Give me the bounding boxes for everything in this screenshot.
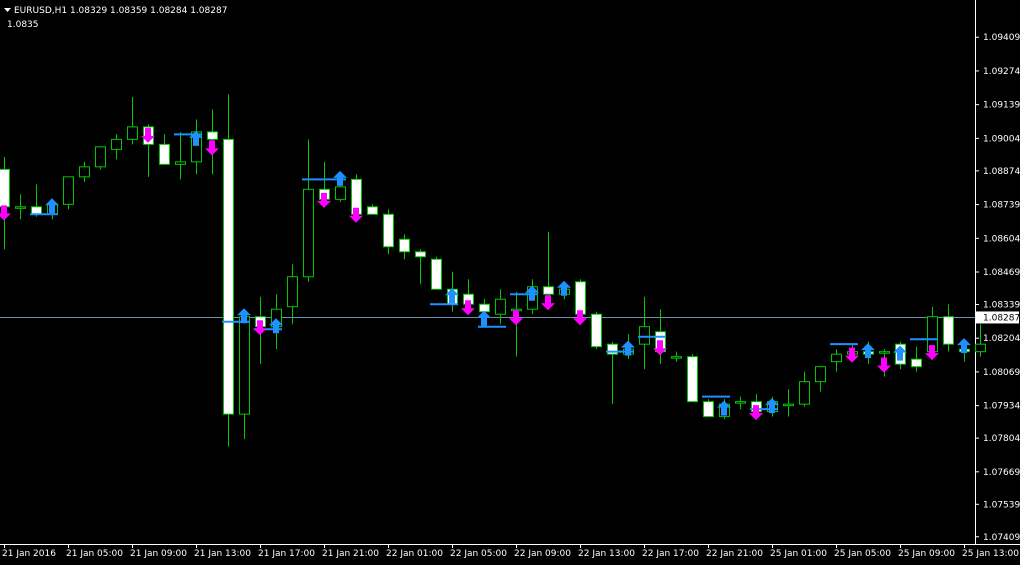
bull-candle-body bbox=[79, 166, 90, 178]
bear-candle-body bbox=[399, 238, 410, 253]
bull-candle-body bbox=[15, 206, 26, 209]
price-tick-label: 1.09274 bbox=[983, 67, 1020, 77]
bull-candle-body bbox=[239, 316, 250, 415]
bull-candle-body bbox=[735, 401, 746, 404]
bear-candle-body bbox=[223, 138, 234, 415]
bear-candle-body bbox=[431, 258, 442, 290]
bull-candle-body bbox=[975, 343, 986, 353]
bear-candle-body bbox=[943, 316, 954, 345]
time-tick-label: 22 Jan 13:00 bbox=[578, 549, 635, 559]
price-tick-label: 1.09004 bbox=[983, 134, 1020, 144]
bull-candle-body bbox=[287, 276, 298, 308]
bear-candle-body bbox=[31, 206, 42, 215]
price-chart[interactable]: 1.09409 1.09274 1.09139 1.09004 1.08874 1.087… bbox=[0, 0, 1020, 565]
chart-background bbox=[0, 0, 1020, 565]
time-tick-label: 22 Jan 17:00 bbox=[642, 549, 699, 559]
bull-candle-body bbox=[335, 186, 346, 200]
price-tick-label: 1.08739 bbox=[983, 201, 1020, 211]
price-tick-label: 1.07934 bbox=[983, 402, 1020, 412]
bear-candle-body bbox=[367, 206, 378, 215]
bull-candle-body bbox=[799, 381, 810, 405]
price-tick-label: 1.07409 bbox=[983, 533, 1020, 543]
bull-candle-body bbox=[95, 146, 106, 168]
price-tick-label: 1.08874 bbox=[983, 167, 1020, 177]
time-tick-label: 25 Jan 01:00 bbox=[770, 549, 827, 559]
candle bbox=[63, 176, 74, 210]
candle bbox=[431, 256, 442, 290]
bear-candle-body bbox=[687, 356, 698, 403]
bear-candle-body bbox=[911, 358, 922, 368]
price-tick-label: 1.08204 bbox=[983, 334, 1020, 344]
price-tick-label: 1.08469 bbox=[983, 268, 1020, 278]
bull-candle-body bbox=[831, 353, 842, 363]
bear-candle-body bbox=[479, 303, 490, 313]
time-tick-label: 25 Jan 05:00 bbox=[834, 549, 891, 559]
symbol-info: EURUSD,H1 1.08329 1.08359 1.08284 1.0828… bbox=[14, 6, 227, 16]
time-tick-label: 22 Jan 01:00 bbox=[386, 549, 443, 559]
bear-candle-body bbox=[575, 281, 586, 315]
time-tick-label: 22 Jan 21:00 bbox=[706, 549, 763, 559]
candle bbox=[95, 146, 106, 170]
bull-candle-body bbox=[783, 403, 794, 407]
price-tick-label: 1.09139 bbox=[983, 101, 1020, 111]
bull-candle-body bbox=[639, 326, 650, 345]
bull-candle-body bbox=[815, 366, 826, 383]
bear-candle-body bbox=[703, 401, 714, 418]
time-tick-label: 25 Jan 13:00 bbox=[962, 549, 1019, 559]
chart-frame bbox=[0, 0, 1020, 565]
bear-candle-body bbox=[415, 251, 426, 258]
price-tick-label: 1.08069 bbox=[983, 368, 1020, 378]
bear-candle-body bbox=[543, 286, 554, 295]
candle bbox=[687, 354, 698, 403]
time-tick-label: 21 Jan 21:00 bbox=[322, 549, 379, 559]
bear-candle-body bbox=[207, 131, 218, 140]
current-price-box: 1.08287 bbox=[976, 311, 1020, 324]
time-tick-label: 21 Jan 17:00 bbox=[258, 549, 315, 559]
bear-candle-body bbox=[159, 143, 170, 165]
time-tick-label: 21 Jan 05:00 bbox=[66, 549, 123, 559]
current-price-label: 1.08287 bbox=[983, 313, 1020, 323]
price-tick-label: 1.07539 bbox=[983, 500, 1020, 510]
bull-candle-body bbox=[303, 188, 314, 278]
bull-candle-body bbox=[127, 126, 138, 140]
price-tick-label: 1.09409 bbox=[983, 33, 1020, 43]
candle bbox=[591, 311, 602, 350]
price-tick-label: 1.08339 bbox=[983, 300, 1020, 310]
bull-candle-body bbox=[495, 298, 506, 315]
bull-candle-body bbox=[671, 356, 682, 359]
price-tick-label: 1.07669 bbox=[983, 468, 1020, 478]
bull-candle-body bbox=[63, 176, 74, 205]
bear-candle-body bbox=[0, 168, 10, 208]
bull-candle-body bbox=[879, 351, 890, 354]
price-tick-label: 1.08604 bbox=[983, 234, 1020, 244]
time-tick-label: 21 Jan 2016 bbox=[2, 549, 56, 559]
time-tick-label: 22 Jan 09:00 bbox=[514, 549, 571, 559]
time-tick-label: 21 Jan 09:00 bbox=[130, 549, 187, 559]
price-tick-label: 1.07804 bbox=[983, 434, 1020, 444]
scale-label: 1.0835 bbox=[7, 20, 39, 30]
candle bbox=[703, 399, 714, 418]
bull-candle-body bbox=[111, 138, 122, 150]
bull-candle-body bbox=[175, 161, 186, 165]
bear-candle-body bbox=[383, 213, 394, 248]
bear-candle-body bbox=[591, 313, 602, 348]
candle bbox=[223, 94, 234, 447]
time-tick-label: 21 Jan 13:00 bbox=[194, 549, 251, 559]
time-tick-label: 25 Jan 09:00 bbox=[898, 549, 955, 559]
time-tick-label: 22 Jan 05:00 bbox=[450, 549, 507, 559]
